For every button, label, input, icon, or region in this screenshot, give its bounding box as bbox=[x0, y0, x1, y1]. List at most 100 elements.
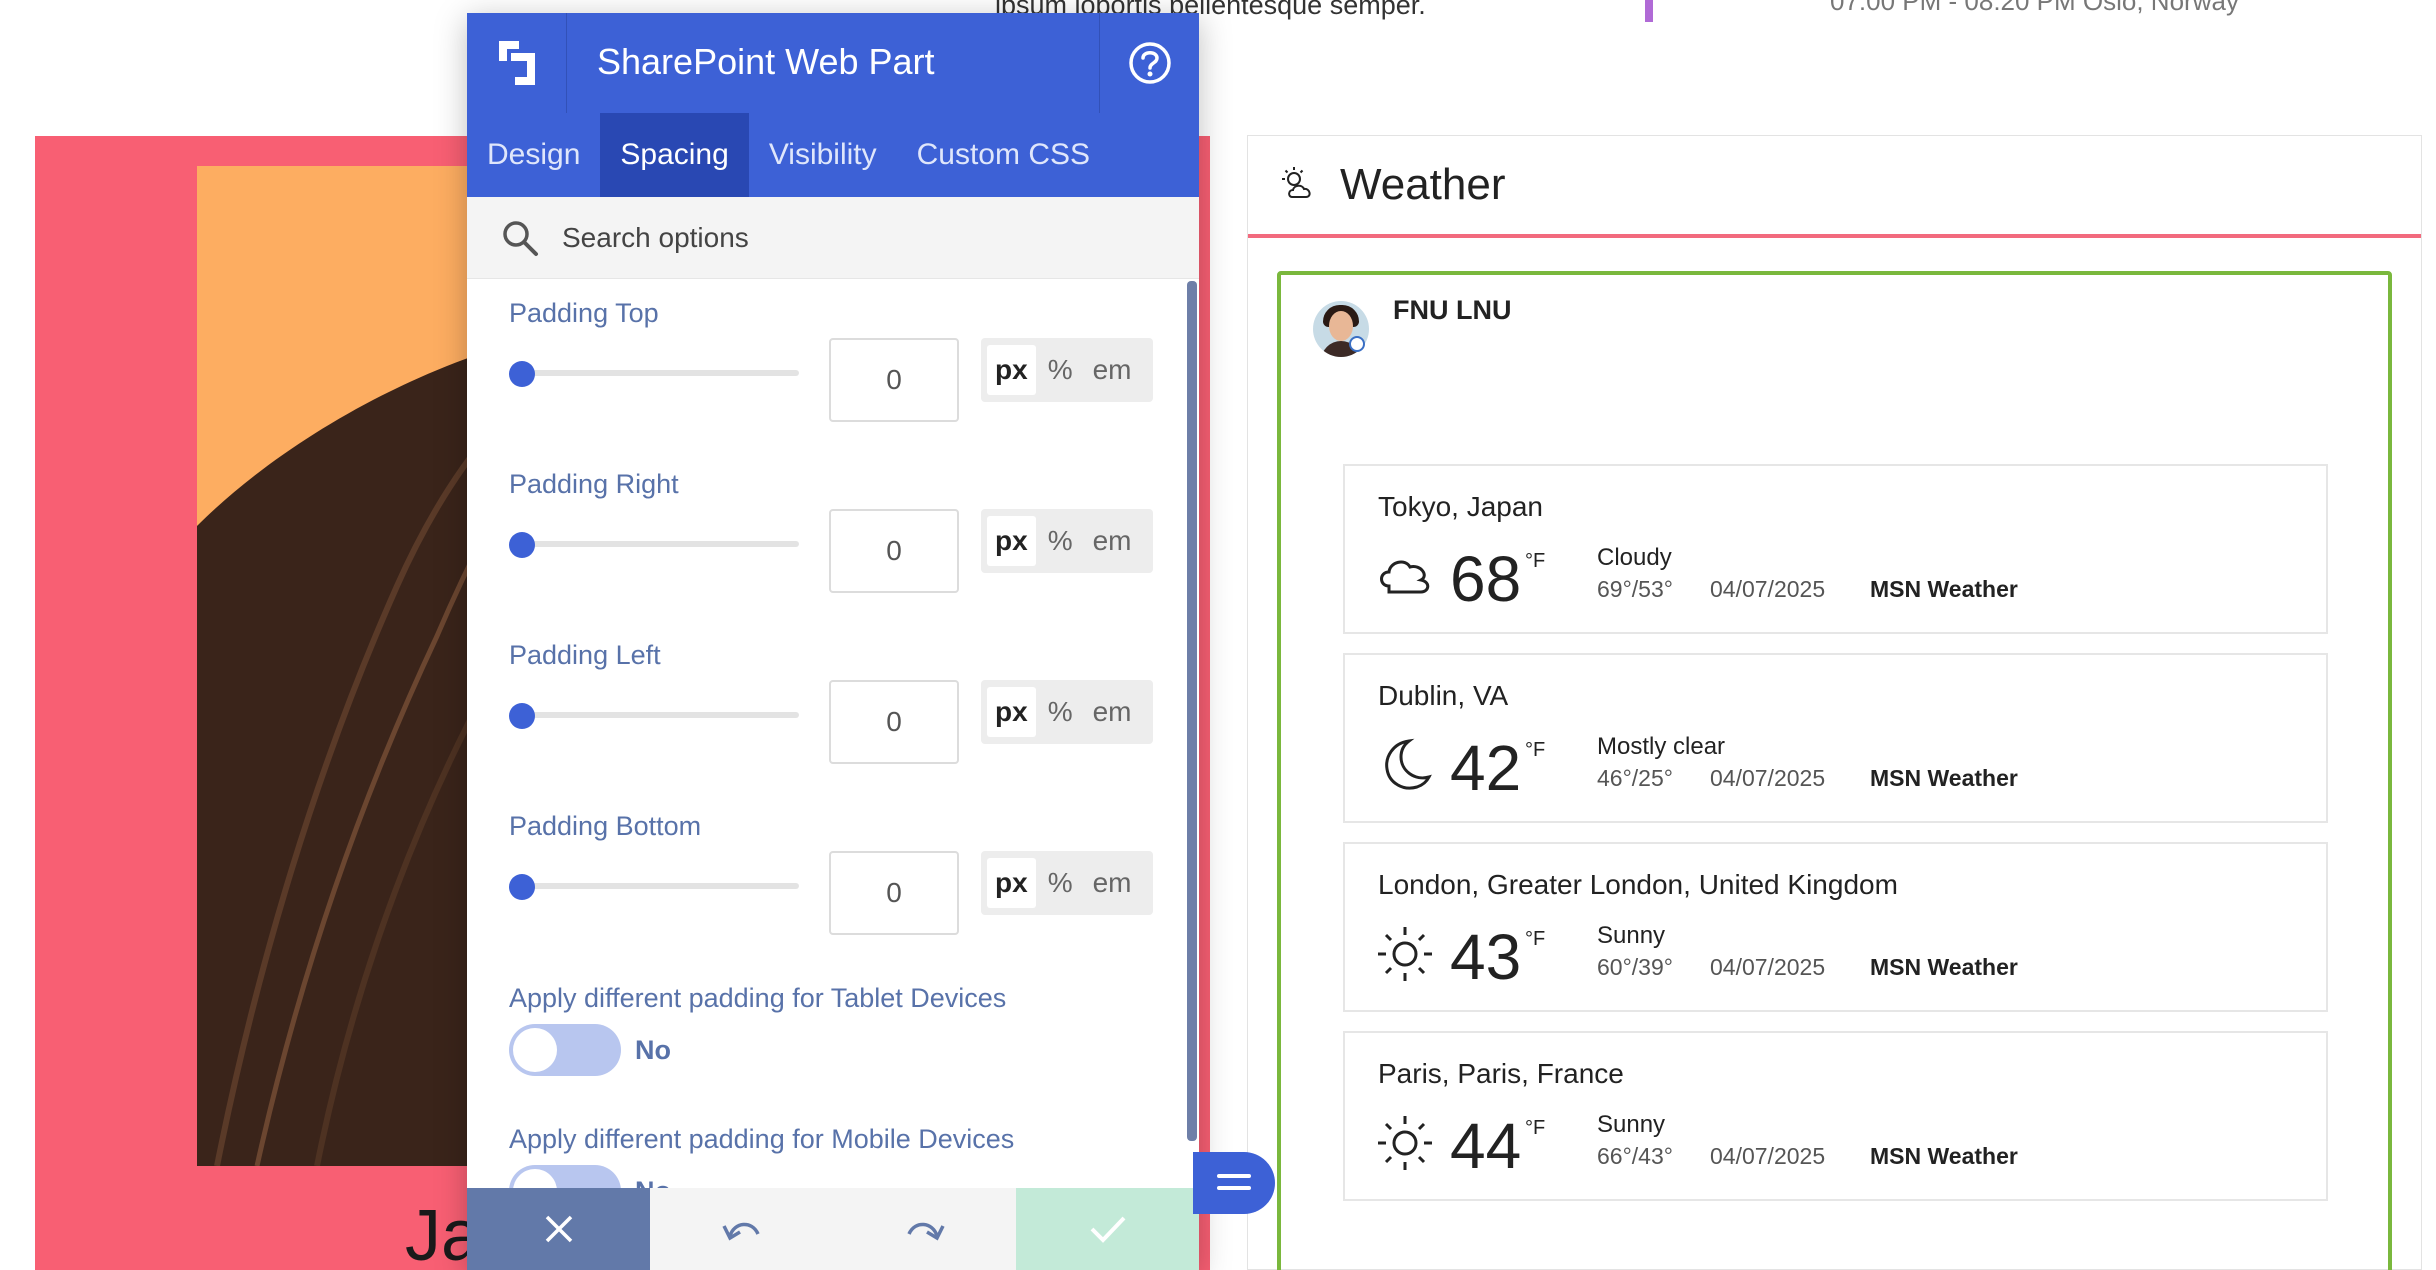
unit-px[interactable]: px bbox=[987, 858, 1036, 908]
city-condition: Sunny bbox=[1597, 1111, 1666, 1138]
save-button[interactable] bbox=[1016, 1188, 1199, 1270]
city-name: London, Greater London, United Kingdom bbox=[1378, 869, 1898, 900]
help-button[interactable] bbox=[1099, 13, 1199, 113]
undo-button[interactable] bbox=[650, 1188, 833, 1270]
unit-em[interactable]: em bbox=[1085, 858, 1140, 908]
padding-left-slider-track[interactable] bbox=[514, 712, 799, 718]
redo-button[interactable] bbox=[833, 1188, 1016, 1270]
padding-top-slider-thumb[interactable] bbox=[509, 361, 535, 387]
event-meta-text: 07:00 PM - 08:20 PM Oslo, Norway bbox=[1830, 0, 2239, 16]
city-temperature: 42 bbox=[1450, 732, 1522, 804]
city-date: 04/07/2025 bbox=[1710, 576, 1826, 602]
tablet-padding-state: No bbox=[635, 1035, 671, 1065]
sun-icon bbox=[1378, 927, 1432, 981]
tab-design[interactable]: Design bbox=[467, 113, 600, 197]
city-temperature: 68 bbox=[1450, 543, 1522, 615]
tab-custom-css[interactable]: Custom CSS bbox=[897, 113, 1110, 197]
cloud-icon bbox=[1380, 560, 1430, 594]
padding-left-slider-thumb[interactable] bbox=[509, 703, 535, 729]
panel-menu-toggle-button[interactable] bbox=[1193, 1152, 1275, 1214]
padding-bottom-slider-track[interactable] bbox=[514, 883, 799, 889]
panel-footer bbox=[467, 1188, 1199, 1270]
panel-tabs: Design Spacing Visibility Custom CSS bbox=[467, 113, 1199, 197]
temperature-unit: °F bbox=[1525, 739, 1546, 761]
tablet-padding-toggle[interactable] bbox=[509, 1024, 621, 1076]
unit-selector: px % em bbox=[981, 509, 1153, 573]
unit-percent[interactable]: % bbox=[1040, 345, 1081, 395]
city-high-low: 66°/43° bbox=[1597, 1143, 1673, 1169]
padding-top-field: Padding Top px % em bbox=[509, 298, 1153, 448]
panel-header: SharePoint Web Part bbox=[467, 13, 1199, 113]
weather-city-card[interactable]: London, Greater London, United Kingdom 4… bbox=[1343, 842, 2328, 1012]
unit-percent[interactable]: % bbox=[1040, 516, 1081, 566]
unit-percent[interactable]: % bbox=[1040, 858, 1081, 908]
weather-city-card[interactable]: Dublin, VA 42 °F Mostly clear 46°/25° 04… bbox=[1343, 653, 2328, 823]
city-date: 04/07/2025 bbox=[1710, 765, 1826, 791]
padding-left-field: Padding Left px % em bbox=[509, 640, 1153, 790]
city-date: 04/07/2025 bbox=[1710, 954, 1826, 980]
unit-selector: px % em bbox=[981, 338, 1153, 402]
help-icon bbox=[1128, 42, 1171, 84]
undo-icon bbox=[721, 1222, 760, 1241]
tab-spacing[interactable]: Spacing bbox=[600, 113, 749, 197]
temperature-unit: °F bbox=[1525, 928, 1546, 950]
padding-left-label: Padding Left bbox=[509, 640, 661, 670]
logo-icon bbox=[498, 41, 535, 85]
unit-em[interactable]: em bbox=[1085, 345, 1140, 395]
weather-source: MSN Weather bbox=[1870, 954, 2018, 980]
city-condition: Cloudy bbox=[1597, 544, 1672, 571]
settings-panel: SharePoint Web Part Design Spacing Visib… bbox=[467, 13, 1199, 1270]
temperature-unit: °F bbox=[1525, 550, 1546, 572]
padding-right-field: Padding Right px % em bbox=[509, 469, 1153, 619]
padding-bottom-slider-thumb[interactable] bbox=[509, 874, 535, 900]
sun-icon bbox=[1378, 1116, 1432, 1170]
padding-bottom-label: Padding Bottom bbox=[509, 811, 702, 841]
padding-bottom-field: Padding Bottom px % em bbox=[509, 811, 1153, 961]
city-name: Tokyo, Japan bbox=[1378, 491, 1543, 522]
weather-city-card[interactable]: Paris, Paris, France 44 °F Sunny 66°/43°… bbox=[1343, 1031, 2328, 1201]
close-icon bbox=[545, 1215, 572, 1243]
padding-right-slider-track[interactable] bbox=[514, 541, 799, 547]
unit-percent[interactable]: % bbox=[1040, 687, 1081, 737]
user-name[interactable]: FNU LNU bbox=[1393, 295, 1511, 326]
accent-bar bbox=[1645, 0, 1653, 22]
weather-source: MSN Weather bbox=[1870, 765, 2018, 791]
padding-bottom-input[interactable] bbox=[829, 851, 959, 935]
unit-px[interactable]: px bbox=[987, 516, 1036, 566]
moon-icon bbox=[1385, 738, 1432, 790]
padding-top-label: Padding Top bbox=[509, 298, 659, 328]
unit-em[interactable]: em bbox=[1085, 687, 1140, 737]
unit-em[interactable]: em bbox=[1085, 516, 1140, 566]
weather-city-card[interactable]: Tokyo, Japan 68 °F Cloudy 69°/53° 04/07/… bbox=[1343, 464, 2328, 634]
weather-header: Weather bbox=[1248, 136, 2421, 238]
padding-top-input[interactable] bbox=[829, 338, 959, 422]
menu-icon bbox=[1217, 1174, 1251, 1190]
unit-px[interactable]: px bbox=[987, 687, 1036, 737]
redo-icon bbox=[906, 1222, 945, 1241]
user-row[interactable]: FNU LNU bbox=[1313, 295, 1511, 357]
city-condition: Mostly clear bbox=[1597, 733, 1726, 760]
padding-left-input[interactable] bbox=[829, 680, 959, 764]
partly-cloudy-icon bbox=[1282, 167, 1311, 198]
city-name: Dublin, VA bbox=[1378, 680, 1509, 711]
search-row bbox=[467, 197, 1199, 279]
city-high-low: 46°/25° bbox=[1597, 765, 1673, 791]
panel-title: SharePoint Web Part bbox=[597, 41, 935, 82]
unit-selector: px % em bbox=[981, 851, 1153, 915]
city-temperature: 43 bbox=[1450, 921, 1522, 993]
city-condition: Sunny bbox=[1597, 922, 1666, 949]
padding-top-slider-track[interactable] bbox=[514, 370, 799, 376]
unit-selector: px % em bbox=[981, 680, 1153, 744]
tablet-padding-label: Apply different padding for Tablet Devic… bbox=[509, 983, 1007, 1013]
weather-title: Weather bbox=[1340, 160, 1506, 209]
padding-right-slider-thumb[interactable] bbox=[509, 532, 535, 558]
presence-badge-icon bbox=[1349, 336, 1365, 352]
cancel-button[interactable] bbox=[467, 1188, 650, 1270]
city-date: 04/07/2025 bbox=[1710, 1143, 1826, 1169]
tab-visibility[interactable]: Visibility bbox=[749, 113, 897, 197]
weather-webpart: Weather FNU LNU Tokyo, Japan 68 °F Cloud… bbox=[1247, 135, 2422, 1270]
unit-px[interactable]: px bbox=[987, 345, 1036, 395]
search-input[interactable] bbox=[562, 213, 1162, 263]
padding-right-input[interactable] bbox=[829, 509, 959, 593]
panel-scrollbar[interactable] bbox=[1187, 281, 1197, 1141]
